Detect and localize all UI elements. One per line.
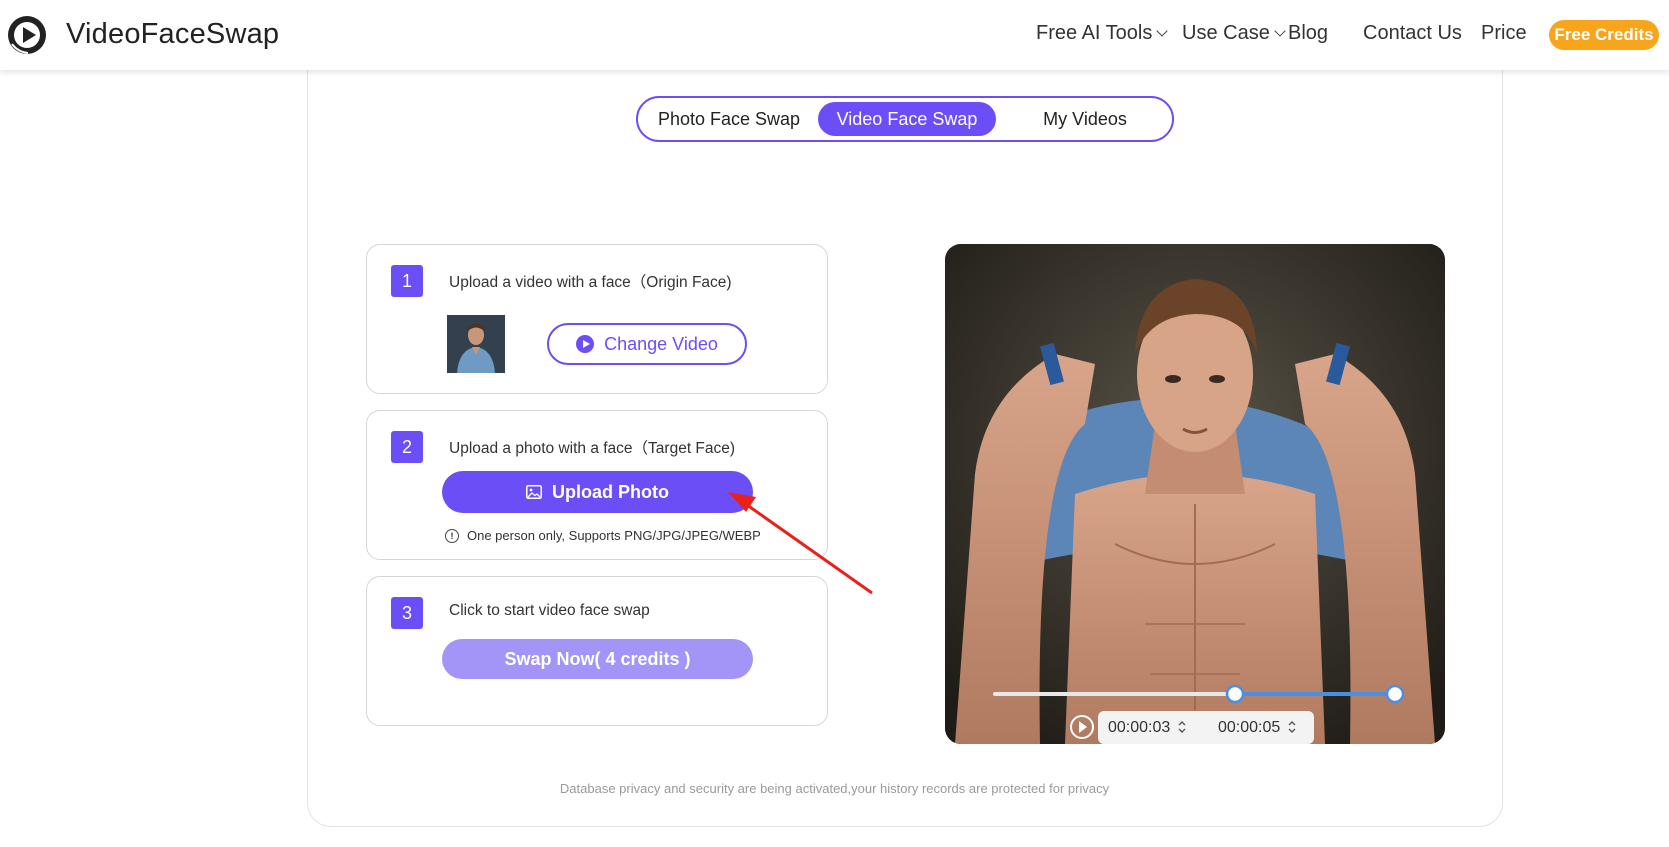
end-time-stepper-icon[interactable] xyxy=(1288,718,1296,736)
nav-contact-us[interactable]: Contact Us xyxy=(1363,22,1462,45)
brand-name[interactable]: VideoFaceSwap xyxy=(66,18,279,51)
tab-photo-face-swap[interactable]: Photo Face Swap xyxy=(644,102,814,136)
step-1-instruction: Upload a video with a face（Origin Face) xyxy=(449,274,732,291)
nav-free-ai-tools-label: Free AI Tools xyxy=(1036,22,1153,44)
play-icon xyxy=(1079,721,1087,733)
nav-blog[interactable]: Blog xyxy=(1288,22,1328,45)
change-video-button[interactable]: Change Video xyxy=(547,323,747,365)
step-3-card: 3 Click to start video face swap Swap No… xyxy=(366,576,828,726)
step-number: 2 xyxy=(391,431,423,463)
upload-hint-text: One person only, Supports PNG/JPG/JPEG/W… xyxy=(467,528,761,543)
step-2-card: 2 Upload a photo with a face（Target Face… xyxy=(366,410,828,560)
trim-slider[interactable] xyxy=(945,244,1445,744)
logo-icon[interactable] xyxy=(6,14,48,56)
nav-free-ai-tools[interactable]: Free AI Tools xyxy=(1036,22,1169,45)
step-2-instruction: Upload a photo with a face（Target Face) xyxy=(449,440,736,457)
privacy-note: Database privacy and security are being … xyxy=(559,781,1110,796)
swap-now-button[interactable]: Swap Now( 4 credits ) xyxy=(442,639,753,679)
info-icon: ! xyxy=(445,528,459,543)
top-header: VideoFaceSwap Free AI Tools Use Case Blo… xyxy=(0,0,1669,70)
start-time-stepper-icon[interactable] xyxy=(1178,718,1186,736)
tab-my-videos[interactable]: My Videos xyxy=(1000,102,1170,136)
end-time-field[interactable]: 00:00:05 xyxy=(1218,719,1280,737)
mode-tabs: Photo Face Swap Video Face Swap My Video… xyxy=(636,96,1174,142)
free-credits-button[interactable]: Free Credits xyxy=(1549,20,1659,50)
nav-price[interactable]: Price xyxy=(1481,22,1527,45)
tab-video-face-swap[interactable]: Video Face Swap xyxy=(818,102,996,136)
time-range-box: 00:00:03 00:00:05 xyxy=(1098,711,1314,744)
step-number: 1 xyxy=(391,265,423,297)
nav-use-case-label: Use Case xyxy=(1182,22,1270,44)
start-time-field[interactable]: 00:00:03 xyxy=(1108,719,1170,737)
trim-end-handle[interactable] xyxy=(1385,684,1405,704)
upload-photo-label: Upload Photo xyxy=(552,481,669,502)
upload-photo-button[interactable]: Upload Photo xyxy=(442,471,753,513)
step-1-card: 1 Upload a video with a face（Origin Face… xyxy=(366,244,828,394)
nav-use-case[interactable]: Use Case xyxy=(1182,22,1286,45)
play-circle-icon xyxy=(576,335,595,353)
upload-hint: ! One person only, Supports PNG/JPG/JPEG… xyxy=(445,528,761,543)
video-thumbnail[interactable] xyxy=(447,315,505,373)
step-number: 3 xyxy=(391,597,423,629)
step-3-instruction: Click to start video face swap xyxy=(449,602,650,619)
chevron-down-icon xyxy=(1274,25,1286,37)
trim-start-handle[interactable] xyxy=(1225,684,1245,704)
change-video-label: Change Video xyxy=(604,333,718,354)
chevron-down-icon xyxy=(1156,25,1169,37)
image-icon xyxy=(526,485,542,499)
